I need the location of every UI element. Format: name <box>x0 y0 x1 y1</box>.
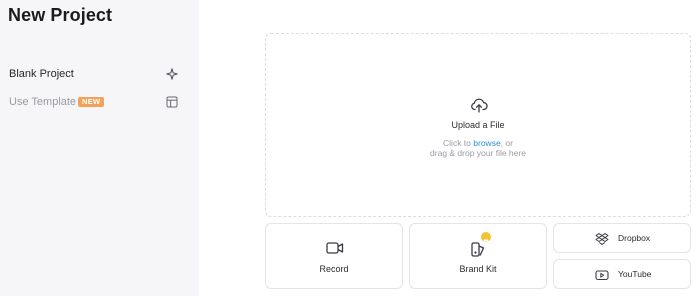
layout-template-icon <box>165 95 179 109</box>
sidebar-item-label: Use Template <box>9 96 77 108</box>
sidebar: New Project Blank Project Use Template N… <box>0 0 199 296</box>
youtube-icon <box>595 268 609 282</box>
record-button[interactable]: Record <box>265 223 403 289</box>
video-camera-icon <box>326 240 344 256</box>
sidebar-item-use-template[interactable]: Use Template NEW <box>0 89 199 115</box>
record-label: Record <box>319 264 349 274</box>
crown-badge-icon <box>481 232 491 242</box>
brand-kit-button[interactable]: Brand Kit <box>409 223 547 289</box>
brand-kit-label: Brand Kit <box>459 264 497 274</box>
upload-cloud-icon <box>470 96 488 114</box>
sparkle-icon <box>165 67 179 81</box>
browse-link[interactable]: browse <box>473 138 500 148</box>
dropbox-button[interactable]: Dropbox <box>553 223 691 253</box>
upload-suffix-text: , or <box>500 138 513 148</box>
youtube-label: YouTube <box>618 269 652 279</box>
dropbox-label: Dropbox <box>618 233 651 243</box>
sidebar-item-label: Blank Project <box>9 68 74 80</box>
youtube-button[interactable]: YouTube <box>553 259 691 289</box>
upload-dropzone[interactable]: Upload a File Click to browse, or drag &… <box>265 33 691 217</box>
upload-instructions: Click to browse, or <box>266 138 690 148</box>
page-title: New Project <box>8 5 113 25</box>
sidebar-item-blank-project[interactable]: Blank Project <box>0 61 199 87</box>
dropbox-icon <box>595 232 609 246</box>
upload-prefix-text: Click to <box>443 138 474 148</box>
upload-drag-text: drag & drop your file here <box>430 148 526 158</box>
upload-title: Upload a File <box>451 120 505 130</box>
new-badge: NEW <box>78 97 105 107</box>
